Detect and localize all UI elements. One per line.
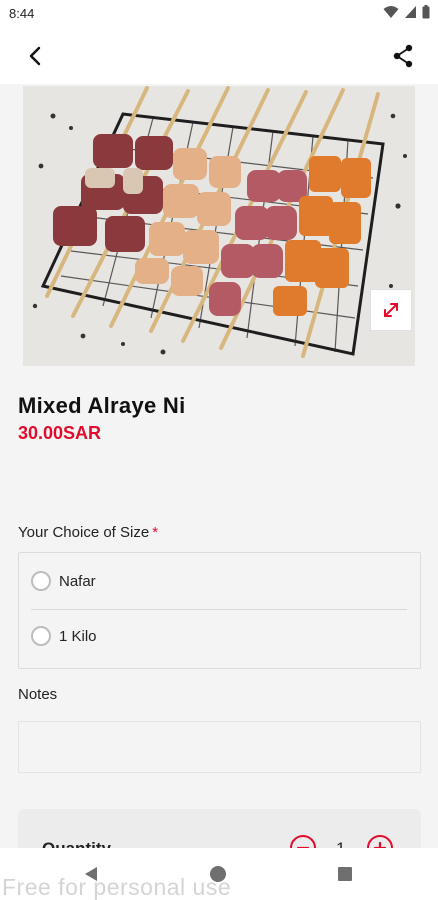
option-label: 1 Kilo [59, 627, 97, 645]
app-bar [0, 28, 438, 84]
mixed-skewers-photo [23, 86, 415, 366]
product-price: 30.00SAR [18, 423, 102, 443]
status-time: 8:44 [9, 6, 35, 21]
share-button[interactable] [388, 41, 418, 71]
status-bar: 8:44 [0, 0, 438, 28]
size-choice-title: Your Choice of Size [18, 524, 150, 541]
notes-label: Notes [18, 686, 58, 703]
radio-button[interactable] [31, 626, 51, 646]
size-choice-label: Your Choice of Size * [18, 524, 158, 541]
size-options: Nafar 1 Kilo [18, 552, 421, 669]
size-option-nafar[interactable]: Nafar [31, 555, 409, 607]
option-label: Nafar [59, 572, 96, 590]
status-icons [383, 5, 430, 19]
battery-icon [422, 5, 430, 19]
product-image [23, 86, 415, 366]
size-option-1-kilo[interactable]: 1 Kilo [31, 610, 409, 662]
back-arrow-icon [29, 46, 41, 66]
expand-icon [384, 303, 398, 317]
share-icon [393, 44, 413, 68]
nav-recents-icon[interactable] [338, 867, 352, 881]
required-mark: * [152, 524, 159, 541]
notes-input[interactable] [18, 721, 421, 773]
wifi-icon [383, 6, 399, 18]
signal-icon [405, 6, 416, 18]
product-name: Mixed Alraye Ni [18, 393, 186, 418]
radio-button[interactable] [31, 571, 51, 591]
watermark-text: Free for personal use [2, 874, 232, 900]
expand-image-button[interactable] [370, 289, 412, 331]
back-button[interactable] [20, 41, 50, 71]
